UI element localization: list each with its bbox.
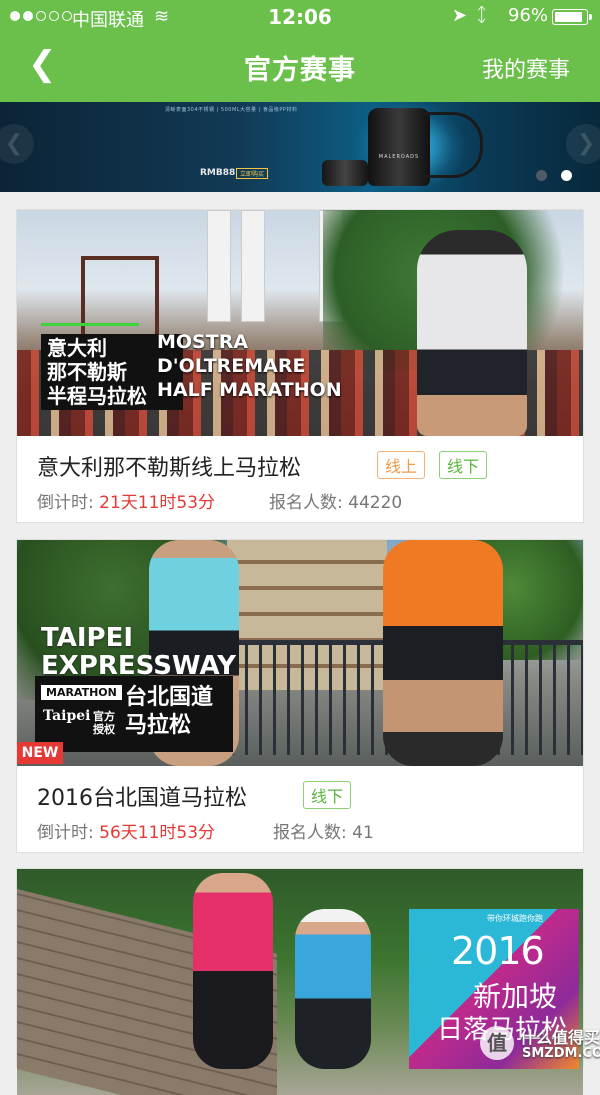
- signup-label: 报名人数:: [269, 493, 343, 513]
- event-photo: 意大利 那不勒斯 半程马拉松 MOSTRA D'OLTREMARE HALF M…: [17, 210, 583, 436]
- banner-flag: [207, 210, 231, 322]
- carousel-pager: [536, 170, 572, 181]
- countdown-value: 21天11时53分: [99, 493, 216, 513]
- photo-marathon-label: MARATHON: [41, 685, 122, 700]
- signup-value: 41: [352, 823, 374, 843]
- watermark-cn: 什么值得买: [520, 1028, 600, 1047]
- signup-count: 报名人数: 44220: [269, 488, 402, 513]
- photo-title-en: TAIPEI EXPRESSWAY: [41, 623, 236, 681]
- event-meta: 倒计时: 21天11时53分 报名人数: 44220: [37, 488, 577, 513]
- event-title: 意大利那不勒斯线上马拉松: [37, 456, 302, 481]
- tag-offline: 线下: [303, 781, 352, 809]
- event-meta: 倒计时: 56天11时53分 报名人数: 41: [37, 818, 577, 843]
- banner-fine-print: 清晰表面304不锈钢 | 500ML大容量 | 食品级PP材料: [165, 107, 298, 113]
- status-bar: 中国联通 ≋ 12:06 ➤ ᛨ 96%: [0, 0, 600, 34]
- photo-auth-label: 官方授权: [93, 710, 115, 736]
- banner-price: RMB88: [200, 168, 236, 178]
- carousel-prev-icon: ❮: [0, 124, 34, 164]
- event-photo: TAIPEI EXPRESSWAY MARATHON Taipei 官方授权 台…: [17, 540, 583, 766]
- event-card[interactable]: 意大利 那不勒斯 半程马拉松 MOSTRA D'OLTREMARE HALF M…: [16, 209, 584, 523]
- countdown-label: 倒计时:: [37, 823, 94, 843]
- taipei-logo: Taipei: [43, 708, 91, 724]
- poster-tagline: 带你环城跑你跑: [487, 914, 543, 923]
- runner-image: [193, 873, 273, 1069]
- tag-offline: 线下: [439, 451, 488, 479]
- water-bottle-image: MALEROADS: [368, 108, 430, 186]
- runner-image: [383, 540, 503, 766]
- photo-title-en: MOSTRA D'OLTREMARE HALF MARATHON: [157, 331, 342, 401]
- signup-count: 报名人数: 41: [273, 818, 374, 843]
- countdown-label: 倒计时:: [37, 493, 94, 513]
- battery-icon: [552, 9, 592, 25]
- banner-flag: [241, 210, 265, 322]
- watermark-logo-icon: 值: [480, 1026, 514, 1060]
- bottle-cap-image: [322, 160, 368, 186]
- bottle-strap-image: [424, 112, 483, 178]
- pager-dot[interactable]: [536, 170, 547, 181]
- my-events-link[interactable]: 我的赛事: [482, 52, 570, 84]
- mine-tower-image: [81, 256, 159, 340]
- battery-percent: 96%: [508, 5, 549, 26]
- countdown-value: 56天11时53分: [99, 823, 216, 843]
- signup-value: 44220: [348, 493, 403, 513]
- runner-image: [417, 230, 527, 436]
- bottle-brand: MALEROADS: [378, 154, 420, 160]
- nav-bar: ❮ 官方赛事 我的赛事: [0, 34, 600, 102]
- pager-dot-active[interactable]: [561, 170, 572, 181]
- event-card[interactable]: TAIPEI EXPRESSWAY MARATHON Taipei 官方授权 台…: [16, 539, 584, 853]
- photo-title-cn: 台北国道 马拉松: [125, 685, 214, 738]
- location-arrow-icon: ➤: [452, 5, 468, 26]
- promo-banner[interactable]: ❮ ❯ 清晰表面304不锈钢 | 500ML大容量 | 食品级PP材料 MALE…: [0, 102, 600, 192]
- bluetooth-icon: ᛨ: [476, 4, 488, 26]
- event-title: 2016台北国道马拉松: [37, 786, 247, 811]
- runner-image: [295, 909, 371, 1069]
- signup-label: 报名人数:: [273, 823, 347, 843]
- tag-online: 线上: [377, 451, 426, 479]
- site-watermark: 值 什么值得买 SMZDM.COM: [480, 1022, 600, 1067]
- banner-buy-label: 立即购买: [236, 168, 269, 179]
- top-bar: 中国联通 ≋ 12:06 ➤ ᛨ 96% ❮ 官方赛事 我的赛事: [0, 0, 600, 102]
- accent-bar: [41, 323, 139, 326]
- new-badge: NEW: [17, 742, 63, 764]
- poster-year: 2016: [451, 929, 545, 973]
- carousel-next-icon: ❯: [566, 124, 600, 164]
- watermark-en: SMZDM.COM: [522, 1046, 600, 1061]
